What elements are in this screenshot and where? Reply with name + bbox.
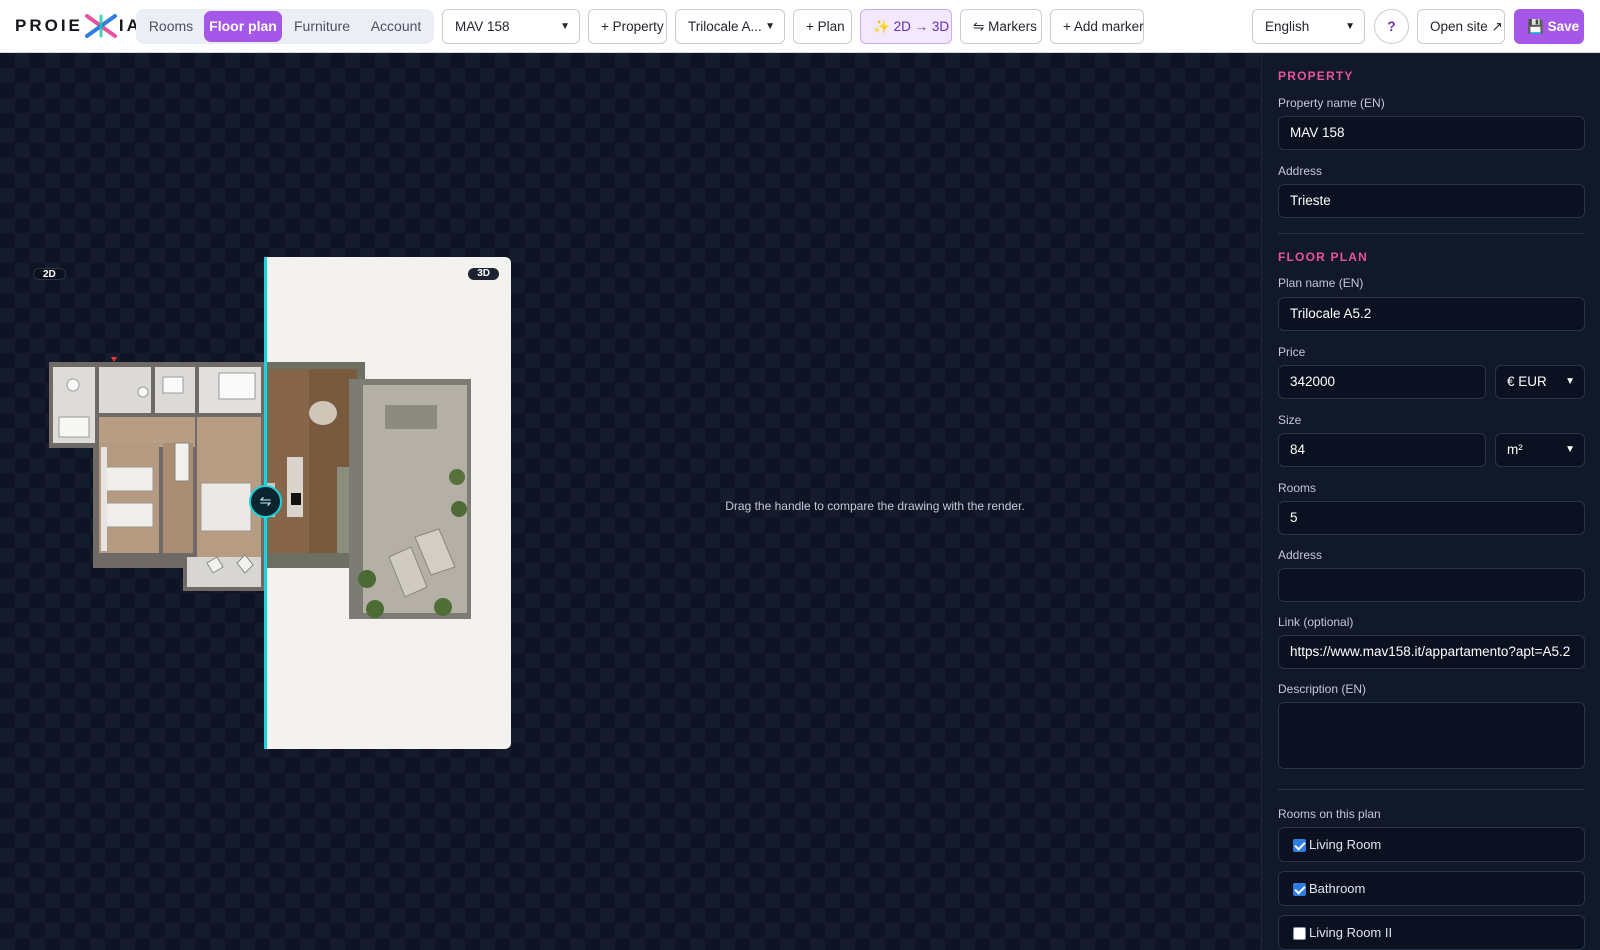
size-input[interactable]: 84 bbox=[1278, 433, 1486, 467]
room-item-living-room-ii[interactable]: Living Room II bbox=[1278, 915, 1585, 950]
checkbox-checked[interactable] bbox=[1293, 883, 1306, 896]
add-property-button[interactable]: + Property bbox=[588, 9, 667, 44]
property-select[interactable]: MAV 158 ▼ bbox=[442, 9, 580, 44]
main-tabs: Rooms Floor plan Furniture Account bbox=[136, 9, 434, 44]
label-3d-badge: 3D bbox=[468, 268, 499, 280]
property-section-heading: PROPERTY bbox=[1278, 69, 1354, 83]
chevron-down-icon: ▼ bbox=[765, 21, 775, 32]
section-divider bbox=[1278, 789, 1585, 790]
swap-icon: ⇋ bbox=[973, 19, 985, 34]
checkbox-unchecked[interactable] bbox=[1293, 927, 1306, 940]
chevron-down-icon: ▼ bbox=[560, 21, 570, 32]
size-unit-value: m² bbox=[1507, 442, 1523, 457]
section-divider bbox=[1278, 233, 1585, 234]
plan-address-label: Address bbox=[1278, 548, 1323, 562]
compare-hint: Drag the handle to compare the drawing w… bbox=[725, 499, 1025, 513]
room-item-label: Living Room II bbox=[1309, 925, 1393, 940]
rooms-on-plan-label: Rooms on this plan bbox=[1278, 807, 1381, 821]
floor-plan-render bbox=[265, 362, 471, 619]
tab-furniture[interactable]: Furniture bbox=[284, 11, 360, 42]
markers-button[interactable]: ⇋ Markers bbox=[960, 9, 1042, 44]
plan-select[interactable]: Trilocale A... ▼ bbox=[675, 9, 785, 44]
app-logo[interactable]: PROIE IA bbox=[15, 14, 142, 38]
property-name-label: Property name (EN) bbox=[1278, 96, 1385, 110]
plan-name-label: Plan name (EN) bbox=[1278, 276, 1364, 290]
description-textarea[interactable] bbox=[1278, 702, 1585, 769]
room-item-living-room[interactable]: Living Room bbox=[1278, 827, 1585, 862]
help-button[interactable]: ? bbox=[1374, 9, 1409, 44]
link-input[interactable]: https://www.mav158.it/appartamento?apt=A… bbox=[1278, 635, 1585, 669]
open-site-button[interactable]: Open site ↗ bbox=[1417, 9, 1505, 44]
floor-plan-drawing bbox=[49, 357, 265, 591]
save-label: Save bbox=[1547, 19, 1580, 34]
plan-address-input[interactable] bbox=[1278, 568, 1585, 602]
rooms-label: Rooms bbox=[1278, 481, 1317, 495]
language-select[interactable]: English ▼ bbox=[1252, 9, 1365, 44]
chevron-down-icon: ▼ bbox=[1565, 444, 1575, 455]
tab-account[interactable]: Account bbox=[362, 11, 430, 42]
top-bar: PROIE IA Rooms Floor plan Furniture Acco… bbox=[0, 0, 1600, 53]
markers-label: Markers bbox=[988, 19, 1037, 34]
currency-select[interactable]: € EUR ▼ bbox=[1495, 365, 1585, 399]
add-marker-button[interactable]: + Add marker bbox=[1050, 9, 1144, 44]
plan-name-input[interactable]: Trilocale A5.2 bbox=[1278, 297, 1585, 331]
render-3d-pane: 3D bbox=[265, 257, 511, 749]
link-label: Link (optional) bbox=[1278, 615, 1354, 629]
price-label: Price bbox=[1278, 345, 1306, 359]
chevron-down-icon: ▼ bbox=[1345, 21, 1355, 32]
chevron-down-icon: ▼ bbox=[1565, 376, 1575, 387]
room-item-label: Bathroom bbox=[1309, 881, 1366, 896]
swap-arrows-icon: ⇋ bbox=[259, 493, 272, 509]
language-select-value: English bbox=[1265, 19, 1310, 34]
room-item-bathroom[interactable]: Bathroom bbox=[1278, 871, 1585, 906]
currency-value: € EUR bbox=[1507, 374, 1547, 389]
add-plan-button[interactable]: + Plan bbox=[793, 9, 852, 44]
address-label: Address bbox=[1278, 164, 1323, 178]
convert-2d-3d-button[interactable]: ✨ 2D → 3D bbox=[860, 9, 952, 44]
tab-floor-plan[interactable]: Floor plan bbox=[204, 11, 282, 42]
floppy-disk-icon: 💾 bbox=[1527, 19, 1544, 34]
property-select-value: MAV 158 bbox=[455, 19, 510, 34]
plan-2d-pane: 2D bbox=[23, 257, 265, 749]
plan-canvas[interactable]: 2D 3D ⇋ Drag the handle to compare the d… bbox=[0, 53, 1261, 950]
label-2d-badge: 2D bbox=[33, 268, 66, 280]
room-item-label: Living Room bbox=[1309, 837, 1382, 852]
price-input[interactable]: 342000 bbox=[1278, 365, 1486, 399]
address-input[interactable]: Trieste bbox=[1278, 184, 1585, 218]
tab-rooms[interactable]: Rooms bbox=[140, 11, 202, 42]
rooms-input[interactable]: 5 bbox=[1278, 501, 1585, 535]
property-name-input[interactable]: MAV 158 bbox=[1278, 116, 1585, 150]
compare-viewer[interactable]: 2D 3D ⇋ bbox=[23, 257, 511, 749]
save-button[interactable]: 💾 Save bbox=[1514, 9, 1584, 44]
size-unit-select[interactable]: m² ▼ bbox=[1495, 433, 1585, 467]
size-label: Size bbox=[1278, 413, 1302, 427]
sparkle-icon: ✨ bbox=[873, 19, 890, 34]
logo-x-mark bbox=[84, 14, 117, 38]
properties-panel: PROPERTY Property name (EN) MAV 158 Addr… bbox=[1261, 53, 1600, 950]
compare-handle[interactable]: ⇋ bbox=[249, 485, 282, 518]
floor-plan-section-heading: FLOOR PLAN bbox=[1278, 250, 1368, 264]
plan-select-value: Trilocale A... bbox=[688, 19, 762, 34]
convert-label: 2D → 3D bbox=[893, 19, 950, 34]
description-label: Description (EN) bbox=[1278, 682, 1367, 696]
checkbox-checked[interactable] bbox=[1293, 839, 1306, 852]
